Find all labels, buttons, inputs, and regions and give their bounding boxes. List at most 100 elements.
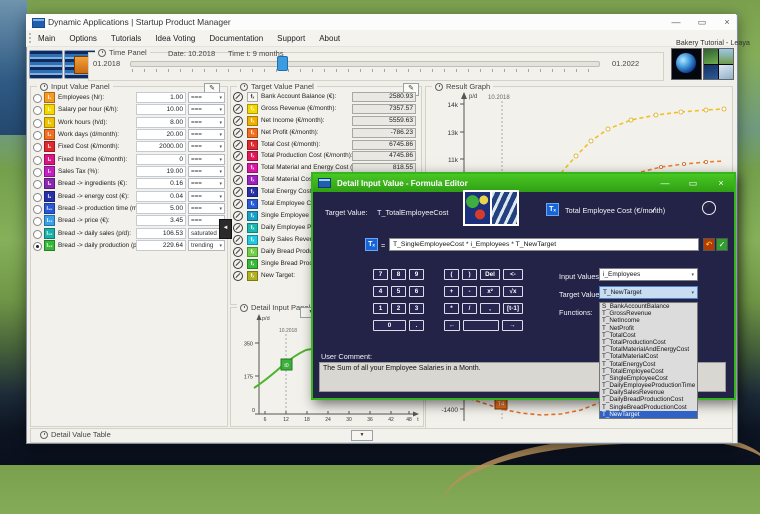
edit-formula-icon[interactable]: [233, 104, 243, 114]
input-mode-dropdown[interactable]: ===▾: [188, 92, 225, 103]
input-radio[interactable]: [33, 106, 42, 115]
input-values-dropdown[interactable]: i_Employees ▾: [599, 268, 698, 281]
undo-button[interactable]: ↶: [703, 238, 715, 251]
list-item[interactable]: T_TotalCost: [600, 332, 697, 339]
input-radio[interactable]: [33, 156, 42, 165]
list-item[interactable]: T_DailyEmployeeProductionTime: [600, 382, 697, 389]
edit-formula-icon[interactable]: [233, 163, 243, 173]
edit-formula-icon[interactable]: [233, 259, 243, 269]
edit-formula-icon[interactable]: [233, 247, 243, 257]
list-item[interactable]: S_BankAccountBalance: [600, 303, 697, 310]
list-item[interactable]: T_TotalMaterialCost: [600, 353, 697, 360]
input-mode-dropdown[interactable]: ===▾: [188, 104, 225, 115]
list-item[interactable]: T_DailySalesRevenue: [600, 389, 697, 396]
input-mode-dropdown[interactable]: ===▾: [188, 141, 225, 152]
window-maximize-button[interactable]: ▭: [694, 17, 710, 28]
input-value-field[interactable]: 10.00: [136, 104, 186, 115]
input-value-field[interactable]: 0.16: [136, 178, 186, 189]
menu-item-options[interactable]: Options: [69, 34, 97, 43]
keypad-key[interactable]: 6: [409, 286, 424, 297]
input-radio[interactable]: [33, 143, 42, 152]
keypad-key[interactable]: 2: [391, 303, 406, 314]
input-mode-dropdown[interactable]: ===▾: [188, 178, 225, 189]
detail-value-table-expand-button[interactable]: ▼: [351, 430, 373, 441]
edit-formula-icon[interactable]: [233, 151, 243, 161]
input-radio[interactable]: [33, 131, 42, 140]
keypad-key[interactable]: ): [462, 269, 477, 280]
input-mode-dropdown[interactable]: ===▾: [188, 166, 225, 177]
list-item[interactable]: T_TotalEnergyCost: [600, 361, 697, 368]
keypad-key[interactable]: 8: [391, 269, 406, 280]
input-mode-dropdown[interactable]: ===▾: [188, 203, 225, 214]
list-item[interactable]: T_NetProfit: [600, 325, 697, 332]
menu-item-support[interactable]: Support: [277, 34, 305, 43]
list-item[interactable]: T_TotalMaterialAndEnergyCost: [600, 346, 697, 353]
edit-formula-icon[interactable]: [233, 271, 243, 281]
keypad-key[interactable]: Del: [480, 269, 500, 280]
input-radio[interactable]: [33, 168, 42, 177]
keypad-key[interactable]: .: [409, 320, 424, 331]
menu-item-idea-voting[interactable]: Idea Voting: [155, 34, 195, 43]
photo-grid-thumbnail-button[interactable]: [703, 48, 734, 80]
earth-thumbnail-button[interactable]: [671, 48, 702, 80]
list-item[interactable]: T_GrossRevenue: [600, 310, 697, 317]
input-radio[interactable]: [33, 180, 42, 189]
input-radio[interactable]: [33, 119, 42, 128]
dialog-close-button[interactable]: ×: [713, 177, 729, 189]
list-item[interactable]: T_DailyBreadProductionCost: [600, 396, 697, 403]
input-value-field[interactable]: 0: [136, 154, 186, 165]
target-values-dropdown[interactable]: T_NewTarget ▾: [599, 286, 698, 299]
keypad-key[interactable]: *: [444, 303, 459, 314]
keypad-key[interactable]: /: [462, 303, 477, 314]
keypad-key[interactable]: →: [502, 320, 523, 331]
keypad-key[interactable]: ,: [480, 303, 500, 314]
keypad-key[interactable]: 4: [373, 286, 388, 297]
input-radio[interactable]: [33, 230, 42, 239]
edit-formula-icon[interactable]: [233, 199, 243, 209]
edit-formula-icon[interactable]: [233, 235, 243, 245]
keypad-key[interactable]: ←: [444, 320, 460, 331]
keypad-key[interactable]: (: [444, 269, 459, 280]
time-slider-track[interactable]: [130, 61, 600, 67]
input-mode-dropdown[interactable]: ===▾: [188, 154, 225, 165]
keypad-key[interactable]: 9: [409, 269, 424, 280]
dialog-maximize-button[interactable]: ▭: [685, 177, 701, 189]
menu-item-tutorials[interactable]: Tutorials: [111, 34, 141, 43]
edit-formula-icon[interactable]: [233, 140, 243, 150]
menu-item-main[interactable]: Main: [38, 34, 55, 43]
keypad-key[interactable]: 5: [391, 286, 406, 297]
input-mode-dropdown[interactable]: ===▾: [188, 191, 225, 202]
edit-formula-icon[interactable]: [233, 187, 243, 197]
edit-formula-icon[interactable]: [233, 175, 243, 185]
input-value-field[interactable]: 2000.00: [136, 141, 186, 152]
menu-item-about[interactable]: About: [319, 34, 340, 43]
input-value-field[interactable]: 19.00: [136, 166, 186, 177]
list-item[interactable]: T_TotalProductionCost: [600, 339, 697, 346]
keypad-key[interactable]: -: [462, 286, 477, 297]
keypad-key[interactable]: 0: [373, 320, 406, 331]
input-mode-dropdown[interactable]: trending ▾: [188, 240, 225, 251]
edit-formula-icon[interactable]: [233, 128, 243, 138]
window-minimize-button[interactable]: —: [668, 17, 684, 28]
list-item[interactable]: T_SingleBreadProductionCost: [600, 404, 697, 411]
toolbar-scenario-button[interactable]: [29, 50, 63, 79]
input-mode-dropdown[interactable]: ===▾: [188, 129, 225, 140]
menu-item-documentation[interactable]: Documentation: [209, 34, 263, 43]
list-item[interactable]: T_SingleEmployeeCost: [600, 375, 697, 382]
edit-formula-icon[interactable]: [233, 211, 243, 221]
input-value-field[interactable]: 1.00: [136, 92, 186, 103]
edit-formula-icon[interactable]: [233, 92, 243, 102]
list-item[interactable]: T_NetIncome: [600, 317, 697, 324]
keypad-key[interactable]: [t-1]: [503, 303, 523, 314]
list-item-selected[interactable]: T_NewTarget: [600, 410, 697, 418]
input-value-field[interactable]: 0.04: [136, 191, 186, 202]
edit-target-icon[interactable]: [702, 201, 716, 215]
input-value-field[interactable]: 229.64: [136, 240, 186, 251]
input-radio[interactable]: [33, 217, 42, 226]
keypad-key[interactable]: √x: [503, 286, 523, 297]
keypad-key-space[interactable]: [463, 320, 499, 331]
keypad-key[interactable]: <-: [503, 269, 523, 280]
input-value-field[interactable]: 8.00: [136, 117, 186, 128]
input-mode-dropdown[interactable]: ===▾: [188, 117, 225, 128]
input-radio-selected[interactable]: [33, 242, 42, 251]
